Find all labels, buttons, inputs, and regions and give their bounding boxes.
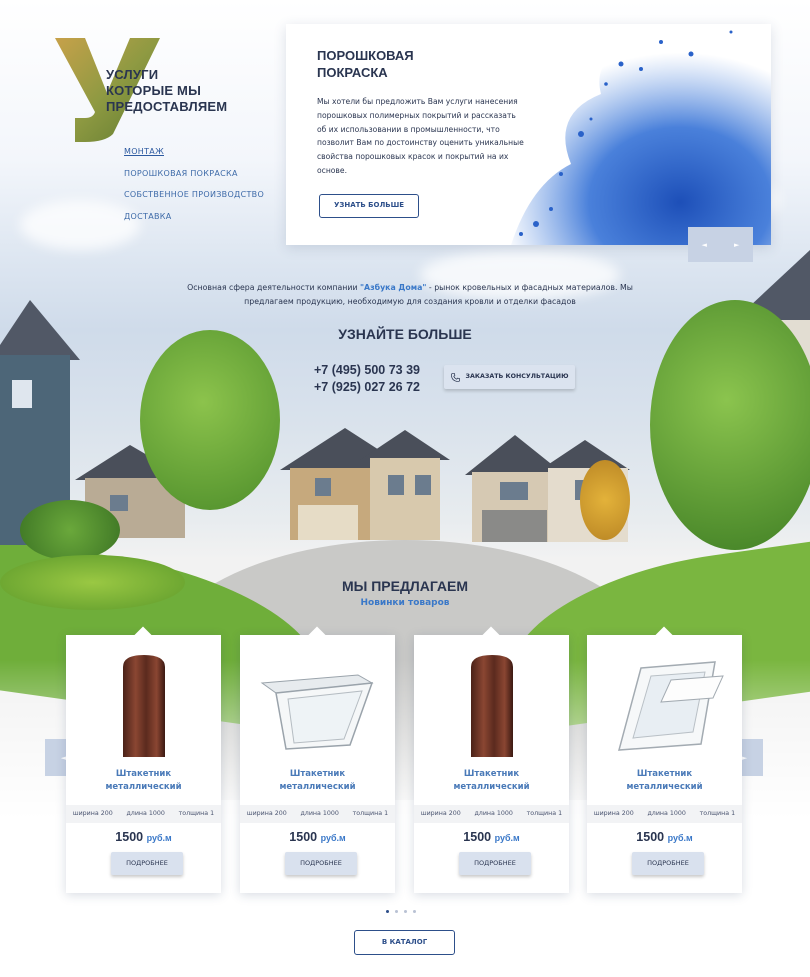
- product-price: 1500 руб.м: [289, 830, 346, 844]
- details-button[interactable]: ПОДРОБНЕЕ: [285, 852, 357, 875]
- product-name[interactable]: Штакетник металлический: [414, 768, 569, 793]
- product-card[interactable]: Штакетник металлический ширина 200 длина…: [66, 626, 221, 893]
- carousel-dot[interactable]: [386, 910, 389, 913]
- roof-window-image: [617, 661, 724, 751]
- order-consultation-button[interactable]: ЗАКАЗАТЬ КОНСУЛЬТАЦИЮ: [444, 365, 575, 389]
- details-button[interactable]: ПОДРОБНЕЕ: [459, 852, 531, 875]
- product-price: 1500 руб.м: [636, 830, 693, 844]
- nav-item-delivery[interactable]: ДОСТАВКА: [124, 211, 264, 223]
- promo-next-arrow-icon[interactable]: ►: [727, 241, 747, 249]
- product-image-window: [597, 651, 732, 761]
- services-nav: МОНТАЖ ПОРОШКОВАЯ ПОКРАСКА СОБСТВЕННОЕ П…: [124, 146, 264, 232]
- nav-item-own-production[interactable]: СОБСТВЕННОЕ ПРОИЗВОДСТВО: [124, 189, 264, 201]
- product-card[interactable]: Штакетник металлический ширина 200 длина…: [587, 626, 742, 893]
- picket-fence-image: [122, 655, 165, 757]
- promo-slider-arrows: ◄ ►: [688, 227, 753, 262]
- product-price: 1500 руб.м: [115, 830, 172, 844]
- product-name[interactable]: Штакетник металлический: [587, 768, 742, 793]
- carousel-dot[interactable]: [413, 910, 416, 913]
- product-card[interactable]: Штакетник металлический ширина 200 длина…: [414, 626, 569, 893]
- learn-more-title: УЗНАЙТЕ БОЛЬШЕ: [338, 326, 472, 342]
- promo-prev-arrow-icon[interactable]: ◄: [694, 241, 714, 249]
- product-price: 1500 руб.м: [463, 830, 520, 844]
- carousel-dots: [386, 910, 416, 913]
- about-text: Основная сфера деятельности компании "Аз…: [187, 283, 633, 307]
- product-specs: ширина 200 длина 1000 толщина 1: [66, 805, 221, 823]
- nav-item-montage[interactable]: МОНТАЖ: [124, 146, 264, 158]
- details-button[interactable]: ПОДРОБНЕЕ: [632, 852, 704, 875]
- product-specs: ширина 200 длина 1000 толщина 1: [587, 805, 742, 823]
- house-center: [280, 428, 450, 540]
- product-name[interactable]: Штакетник металлический: [66, 768, 221, 793]
- services-title: УСЛУГИ КОТОРЫЕ МЫ ПРЕДОСТАВЛЯЕМ: [106, 67, 228, 114]
- blue-powder-splash: [511, 30, 771, 245]
- picket-fence-image: [470, 655, 513, 757]
- promo-title: ПОРОШКОВАЯ ПОКРАСКА: [317, 48, 414, 80]
- product-name[interactable]: Штакетник металлический: [240, 768, 395, 793]
- phone-icon: [450, 372, 460, 382]
- phone-2[interactable]: +7 (925) 027 26 72: [290, 379, 420, 396]
- phone-1[interactable]: +7 (495) 500 73 39: [290, 362, 420, 379]
- roof-window-image: [260, 674, 374, 750]
- carousel-dot[interactable]: [404, 910, 407, 913]
- product-image-picket: [424, 651, 559, 761]
- product-card[interactable]: Штакетник металлический ширина 200 длина…: [240, 626, 395, 893]
- offers-title: МЫ ПРЕДЛАГАЕМ: [341, 578, 469, 594]
- product-image-window: [250, 651, 385, 761]
- product-specs: ширина 200 длина 1000 толщина 1: [414, 805, 569, 823]
- product-image-picket: [76, 651, 211, 761]
- nav-item-powder-coating[interactable]: ПОРОШКОВАЯ ПОКРАСКА: [124, 168, 264, 180]
- learn-more-button[interactable]: УЗНАТЬ БОЛЬШЕ: [319, 194, 419, 218]
- company-name: "Азбука Дома": [360, 283, 427, 292]
- details-button[interactable]: ПОДРОБНЕЕ: [111, 852, 183, 875]
- product-specs: ширина 200 длина 1000 толщина 1: [240, 805, 395, 823]
- phones: +7 (495) 500 73 39 +7 (925) 027 26 72: [290, 362, 420, 396]
- catalog-button[interactable]: В КАТАЛОГ: [354, 930, 455, 955]
- offers-subtitle: Новинки товаров: [360, 598, 450, 608]
- promo-card: ПОРОШКОВАЯ ПОКРАСКА Мы хотели бы предлож…: [286, 24, 771, 245]
- carousel-dot[interactable]: [395, 910, 398, 913]
